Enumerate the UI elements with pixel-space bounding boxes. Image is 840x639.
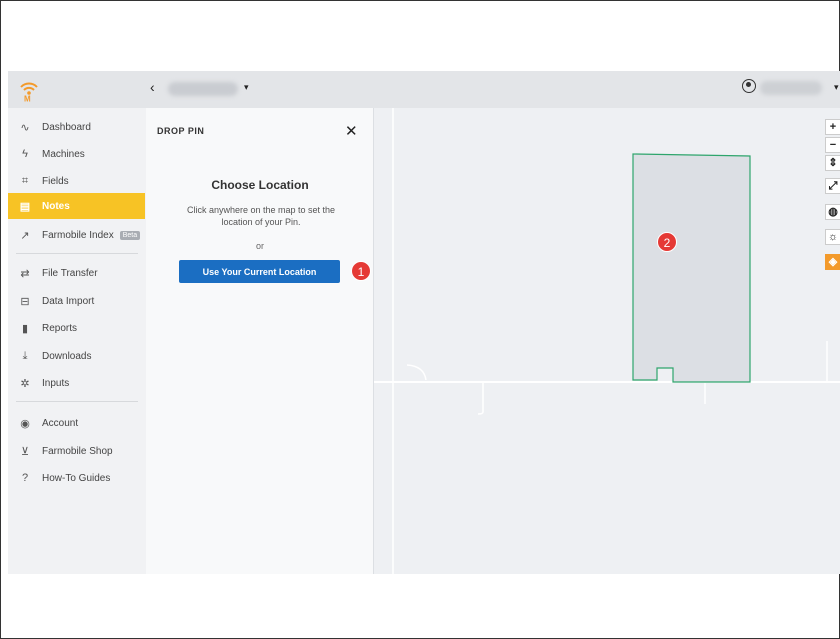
organization-dropdown-caret-icon[interactable]: ▾ xyxy=(244,82,249,93)
user-menu-caret-icon[interactable]: ▾ xyxy=(834,82,839,93)
field-boundary xyxy=(632,153,751,383)
weather-icon[interactable]: ☼ xyxy=(825,229,840,245)
help-icon: ? xyxy=(21,472,29,484)
cart-icon: ⊻ xyxy=(20,445,30,458)
sidebar-item-machines[interactable]: ϟ Machines xyxy=(8,141,145,167)
globe-icon[interactable]: ◍ xyxy=(825,204,840,220)
sidebar-item-label: Inputs xyxy=(42,377,70,389)
sidebar-divider xyxy=(16,401,138,402)
choose-location-heading: Choose Location xyxy=(211,178,309,192)
sidebar-item-label: Data Import xyxy=(42,295,95,307)
inputs-icon: ✲ xyxy=(20,377,30,390)
trend-icon: ↗ xyxy=(20,229,30,242)
screenshot-frame: M ‹ ▾ ▾ ∿ Dashboard ϟ Machines ⌗ Fields xyxy=(0,0,840,639)
road-spur-left xyxy=(406,364,427,381)
sidebar-item-label: Fields xyxy=(42,175,69,187)
account-icon: ◉ xyxy=(20,417,30,430)
sidebar-item-file-transfer[interactable]: ⇄ File Transfer xyxy=(8,260,145,286)
sidebar-item-inputs[interactable]: ✲ Inputs xyxy=(8,370,145,396)
farmobile-logo-icon[interactable]: M xyxy=(19,80,39,102)
sidebar-item-label: How-To Guides xyxy=(42,472,111,484)
bar-chart-icon: ▮ xyxy=(21,322,29,335)
zoom-out-icon[interactable]: − xyxy=(825,137,840,153)
drop-pin-panel: DROP PIN ✕ Choose Location Click anywher… xyxy=(146,108,374,574)
sidebar-nav: ∿ Dashboard ϟ Machines ⌗ Fields ▤ Notes … xyxy=(8,108,145,574)
sidebar-item-account[interactable]: ◉ Account xyxy=(8,410,145,436)
map-features xyxy=(374,108,840,574)
step-badge-2: 2 xyxy=(657,232,677,252)
note-icon: ▤ xyxy=(19,200,31,213)
bolt-icon: ϟ xyxy=(22,148,28,160)
import-icon: ⊟ xyxy=(20,295,30,308)
sidebar-item-label: Machines xyxy=(42,148,85,160)
organization-name-blurred[interactable] xyxy=(168,82,238,96)
sidebar-item-label: Reports xyxy=(42,322,78,334)
sidebar-item-data-import[interactable]: ⊟ Data Import xyxy=(8,288,145,314)
layers-icon[interactable]: ◈ xyxy=(825,254,840,270)
road-spur-mid xyxy=(477,382,484,415)
farmobile-app: M ‹ ▾ ▾ ∿ Dashboard ϟ Machines ⌗ Fields xyxy=(8,71,840,574)
panel-title: DROP PIN xyxy=(157,126,205,136)
pulse-icon: ∿ xyxy=(20,121,30,134)
sidebar-item-dashboard[interactable]: ∿ Dashboard xyxy=(8,114,145,140)
svg-text:M: M xyxy=(24,95,31,103)
user-avatar-icon[interactable] xyxy=(742,79,756,93)
download-icon: ⤓ xyxy=(22,349,28,362)
sidebar-item-how-to-guides[interactable]: ? How-To Guides xyxy=(8,465,145,491)
step-badge-1: 1 xyxy=(351,261,371,281)
use-current-location-button[interactable]: Use Your Current Location xyxy=(179,260,340,283)
sidebar-item-label: File Transfer xyxy=(42,267,98,279)
fullscreen-icon[interactable]: ⤢ xyxy=(825,178,840,194)
top-bar: M ‹ ▾ ▾ xyxy=(8,71,840,108)
user-name-blurred[interactable] xyxy=(760,81,822,95)
sidebar-item-fields[interactable]: ⌗ Fields xyxy=(8,168,145,194)
sidebar-item-label: Notes xyxy=(42,200,70,212)
zoom-in-icon[interactable]: + xyxy=(825,119,840,135)
field-icon: ⌗ xyxy=(21,174,29,187)
close-icon[interactable]: ✕ xyxy=(345,122,358,140)
map-canvas[interactable]: 2 xyxy=(374,108,840,574)
sidebar-item-label: Farmobile Index xyxy=(42,229,114,241)
transfer-icon: ⇄ xyxy=(20,267,30,280)
sidebar-item-farmobile-index[interactable]: ↗ Farmobile Index Beta xyxy=(8,222,145,248)
sidebar-item-downloads[interactable]: ⤓ Downloads xyxy=(8,343,145,369)
back-chevron-icon[interactable]: ‹ xyxy=(150,79,155,95)
sidebar-item-label: Account xyxy=(42,417,79,429)
or-separator: or xyxy=(255,241,264,251)
map-click-instruction: Click anywhere on the map to set the loc… xyxy=(186,205,336,227)
compass-icon[interactable]: ⇕ xyxy=(825,155,840,171)
sidebar-item-reports[interactable]: ▮ Reports xyxy=(8,315,145,341)
sidebar-item-notes[interactable]: ▤ Notes xyxy=(8,193,145,219)
sidebar-item-farmobile-shop[interactable]: ⊻ Farmobile Shop xyxy=(8,438,145,464)
beta-badge: Beta xyxy=(119,230,141,240)
sidebar-divider xyxy=(16,253,138,254)
sidebar-item-label: Farmobile Shop xyxy=(42,445,113,457)
sidebar-item-label: Dashboard xyxy=(42,121,91,133)
sidebar-item-label: Downloads xyxy=(42,350,92,362)
